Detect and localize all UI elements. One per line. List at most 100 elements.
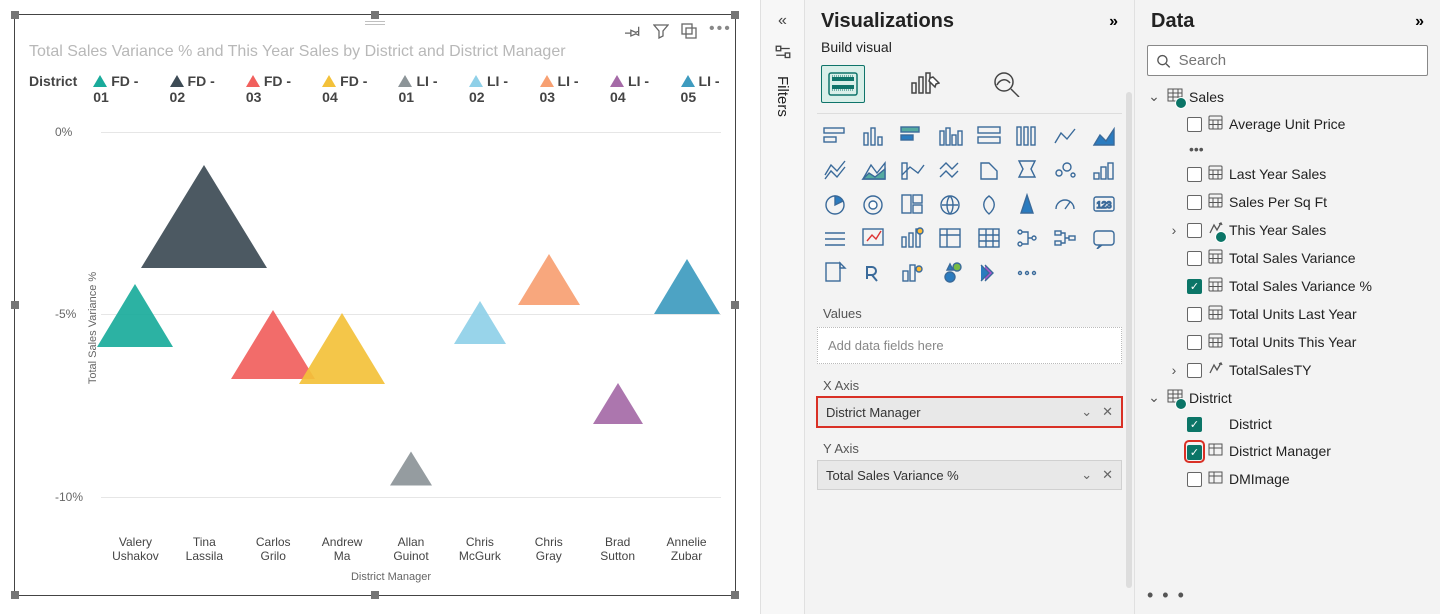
chart-mark[interactable]: [454, 298, 506, 344]
field-checkbox[interactable]: [1187, 307, 1202, 322]
field-more-icon[interactable]: •••: [1145, 141, 1432, 157]
viz-type-icon[interactable]: [1013, 260, 1041, 284]
build-visual-tab[interactable]: [821, 65, 865, 103]
resize-handle[interactable]: [11, 11, 19, 19]
viz-type-icon[interactable]: [1090, 226, 1118, 250]
viz-type-icon[interactable]: [1090, 158, 1118, 182]
viz-type-icon[interactable]: [898, 192, 926, 216]
viz-type-icon[interactable]: [821, 124, 849, 148]
more-options-icon[interactable]: •••: [709, 23, 725, 39]
yaxis-chip[interactable]: Total Sales Variance % ⌄✕: [817, 460, 1122, 490]
field-checkbox[interactable]: ✓: [1187, 445, 1202, 460]
field-checkbox[interactable]: [1187, 251, 1202, 266]
expand-filters-icon[interactable]: «: [778, 12, 787, 30]
resize-handle[interactable]: [11, 301, 19, 309]
filter-icon[interactable]: [774, 44, 792, 62]
field-node[interactable]: Sales Per Sq Ft: [1145, 191, 1432, 213]
viz-type-icon[interactable]: [859, 124, 887, 148]
chevron-down-icon[interactable]: ⌄: [1081, 467, 1092, 483]
resize-handle[interactable]: [731, 301, 739, 309]
focus-mode-icon[interactable]: [681, 23, 697, 39]
viz-type-icon[interactable]: [975, 192, 1003, 216]
field-node[interactable]: ›TotalSalesTY: [1145, 359, 1432, 381]
remove-field-icon[interactable]: ✕: [1102, 467, 1113, 483]
viz-type-icon[interactable]: [821, 158, 849, 182]
field-node[interactable]: DMImage: [1145, 468, 1432, 490]
field-checkbox[interactable]: [1187, 472, 1202, 487]
resize-handle[interactable]: [11, 591, 19, 599]
viz-type-icon[interactable]: [1013, 192, 1041, 216]
field-checkbox[interactable]: [1187, 117, 1202, 132]
field-node[interactable]: Total Units This Year: [1145, 331, 1432, 353]
field-node[interactable]: Last Year Sales: [1145, 163, 1432, 185]
viz-type-icon[interactable]: [821, 192, 849, 216]
field-checkbox[interactable]: ✓: [1187, 417, 1202, 432]
collapse-viz-icon[interactable]: »: [1109, 13, 1118, 31]
field-checkbox[interactable]: [1187, 335, 1202, 350]
viz-type-icon[interactable]: [1013, 158, 1041, 182]
search-field[interactable]: [1147, 45, 1428, 76]
field-checkbox[interactable]: [1187, 167, 1202, 182]
chart-visual[interactable]: ••• Total Sales Variance % and This Year…: [14, 14, 736, 596]
table-node[interactable]: ⌄Sales: [1145, 86, 1432, 107]
resize-handle[interactable]: [371, 11, 379, 19]
chart-mark[interactable]: [97, 281, 173, 347]
chart-mark[interactable]: [141, 162, 267, 268]
field-checkbox[interactable]: ✓: [1187, 279, 1202, 294]
chevron-down-icon[interactable]: ⌄: [1081, 404, 1092, 420]
remove-field-icon[interactable]: ✕: [1102, 404, 1113, 420]
chart-mark[interactable]: [593, 380, 643, 424]
viz-type-icon[interactable]: [936, 226, 964, 250]
report-canvas[interactable]: ••• Total Sales Variance % and This Year…: [0, 0, 760, 614]
filters-pane-collapsed[interactable]: « Filters: [760, 0, 804, 614]
viz-type-icon[interactable]: 123: [1090, 192, 1118, 216]
viz-type-icon[interactable]: [1051, 124, 1079, 148]
field-node[interactable]: Total Sales Variance: [1145, 247, 1432, 269]
field-node[interactable]: ›This Year Sales: [1145, 219, 1432, 241]
viz-type-icon[interactable]: [1013, 124, 1041, 148]
field-node[interactable]: ✓Total Sales Variance %: [1145, 275, 1432, 297]
viz-type-icon[interactable]: [859, 158, 887, 182]
viz-type-icon[interactable]: [859, 226, 887, 250]
resize-handle[interactable]: [731, 11, 739, 19]
field-checkbox[interactable]: [1187, 195, 1202, 210]
field-node[interactable]: Total Units Last Year: [1145, 303, 1432, 325]
viz-type-icon[interactable]: [936, 158, 964, 182]
field-node[interactable]: ✓District Manager: [1145, 440, 1432, 462]
viz-type-icon[interactable]: [821, 260, 849, 284]
viz-type-icon[interactable]: [898, 158, 926, 182]
viz-type-icon[interactable]: [898, 226, 926, 250]
viz-type-icon[interactable]: [898, 124, 926, 148]
viz-type-icon[interactable]: [936, 192, 964, 216]
filter-icon[interactable]: [653, 23, 669, 39]
resize-handle[interactable]: [731, 591, 739, 599]
table-node[interactable]: ⌄District: [1145, 387, 1432, 408]
chart-mark[interactable]: [390, 449, 432, 486]
viz-type-icon[interactable]: [975, 260, 1003, 284]
viz-type-icon[interactable]: [975, 226, 1003, 250]
viz-type-icon[interactable]: [1090, 124, 1118, 148]
search-input[interactable]: [1179, 52, 1419, 69]
xaxis-chip[interactable]: District Manager ⌄✕: [817, 397, 1122, 427]
viz-type-icon[interactable]: [821, 226, 849, 250]
drag-grip-icon[interactable]: [365, 21, 385, 29]
format-visual-tab[interactable]: [903, 65, 947, 103]
viz-type-icon[interactable]: [936, 260, 964, 284]
chart-mark[interactable]: [654, 256, 720, 314]
viz-type-icon[interactable]: [859, 192, 887, 216]
resize-handle[interactable]: [371, 591, 379, 599]
viz-type-icon[interactable]: [1051, 226, 1079, 250]
chart-mark[interactable]: [299, 310, 385, 384]
viz-type-icon[interactable]: [936, 124, 964, 148]
values-dropzone[interactable]: Add data fields here: [817, 327, 1122, 364]
viz-type-icon[interactable]: [1051, 158, 1079, 182]
viz-type-icon[interactable]: [1051, 192, 1079, 216]
field-node[interactable]: Average Unit Price: [1145, 113, 1432, 135]
viz-type-icon[interactable]: [898, 260, 926, 284]
viz-type-icon[interactable]: [975, 158, 1003, 182]
field-node[interactable]: ✓District: [1145, 414, 1432, 434]
collapse-data-icon[interactable]: »: [1415, 13, 1424, 31]
field-checkbox[interactable]: [1187, 363, 1202, 378]
more-icon[interactable]: • • •: [1147, 585, 1186, 606]
viz-type-icon[interactable]: [975, 124, 1003, 148]
